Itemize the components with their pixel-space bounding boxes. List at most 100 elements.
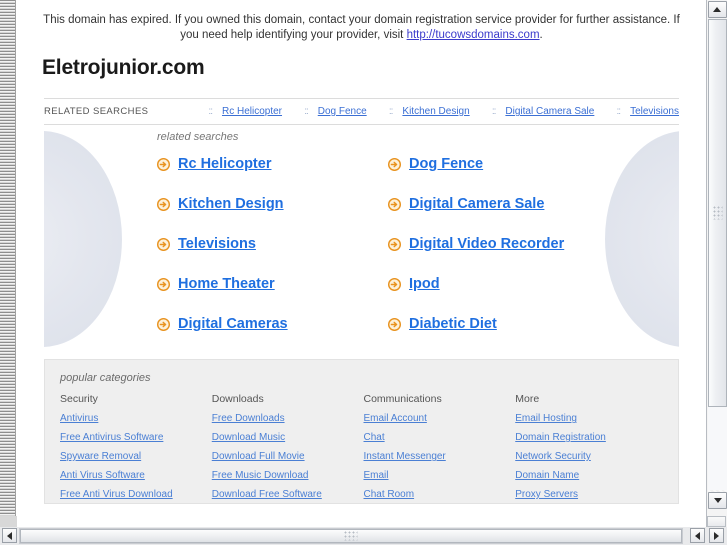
- arrow-circle-right-icon: [156, 157, 171, 172]
- separator-icon: ::: [208, 106, 212, 117]
- category-link[interactable]: Free Downloads: [212, 413, 360, 424]
- category-link[interactable]: Free Antivirus Software: [60, 432, 208, 443]
- related-searches-panel: related searches Rc Helicopter Dog Fence: [44, 125, 679, 347]
- scroll-down-button[interactable]: [708, 492, 727, 509]
- category-link[interactable]: Download Music: [212, 432, 360, 443]
- separator-icon: ::: [304, 106, 308, 117]
- notice-text-before: This domain has expired. If you owned th…: [43, 14, 680, 41]
- search-item[interactable]: Home Theater: [156, 275, 388, 315]
- search-link-2[interactable]: Kitchen Design: [178, 195, 284, 213]
- search-item[interactable]: Digital Video Recorder: [387, 235, 679, 275]
- grip-dots-icon: [713, 206, 722, 220]
- category-link[interactable]: Instant Messenger: [364, 451, 512, 462]
- related-bar-link-1[interactable]: Dog Fence: [318, 106, 367, 117]
- category-link[interactable]: Email Account: [364, 413, 512, 424]
- related-searches-cell: :: Dog Fence: [294, 106, 366, 117]
- category-link[interactable]: Spyware Removal: [60, 451, 208, 462]
- category-link[interactable]: Domain Registration: [515, 432, 663, 443]
- search-item[interactable]: Digital Camera Sale: [387, 195, 679, 235]
- search-item[interactable]: Digital Cameras: [156, 315, 388, 347]
- category-column-more: More Email Hosting Domain Registration N…: [515, 393, 663, 508]
- scroll-left-button[interactable]: [2, 528, 17, 543]
- related-bar-link-4[interactable]: Televisions: [630, 106, 679, 117]
- notice-text-after: .: [539, 29, 543, 41]
- related-bar-link-2[interactable]: Kitchen Design: [402, 106, 469, 117]
- category-heading: Communications: [363, 393, 442, 405]
- popular-categories-grid: Security Antivirus Free Antivirus Softwa…: [60, 393, 663, 508]
- related-searches-links: :: Rc Helicopter :: Dog Fence :: Kitchen…: [198, 106, 679, 117]
- triangle-left-icon: [7, 531, 12, 540]
- triangle-down-icon: [713, 498, 722, 503]
- separator-icon: ::: [616, 106, 621, 117]
- category-link[interactable]: Network Security: [515, 451, 663, 462]
- category-link[interactable]: Free Anti Virus Download: [60, 489, 208, 500]
- search-link-9[interactable]: Diabetic Diet: [409, 315, 497, 333]
- search-link-6[interactable]: Home Theater: [178, 275, 275, 293]
- related-searches-bar: RELATED SEARCHES :: Rc Helicopter :: Dog…: [44, 98, 679, 125]
- horizontal-scrollbar-track[interactable]: [19, 528, 683, 544]
- category-link[interactable]: Proxy Servers: [515, 489, 663, 500]
- scroll-left-button-secondary[interactable]: [690, 528, 705, 543]
- arrow-circle-right-icon: [387, 317, 402, 332]
- scroll-down-button-wrap[interactable]: [708, 491, 727, 509]
- arrow-circle-right-icon: [387, 237, 402, 252]
- horizontal-scrollbar-thumb[interactable]: [20, 529, 682, 543]
- category-link[interactable]: Domain Name: [515, 470, 663, 481]
- tucows-domains-link[interactable]: http://tucowsdomains.com: [407, 29, 540, 41]
- category-column-downloads: Downloads Free Downloads Download Music …: [212, 393, 360, 508]
- category-heading: Security: [60, 393, 98, 405]
- arrow-circle-right-icon: [156, 317, 171, 332]
- category-link[interactable]: Antivirus: [60, 413, 208, 424]
- page-title: Eletrojunior.com: [42, 56, 205, 79]
- horizontal-scroll-buttons[interactable]: [690, 528, 724, 543]
- category-link[interactable]: Email: [364, 470, 512, 481]
- search-item[interactable]: Dog Fence: [387, 155, 679, 195]
- related-bar-link-3[interactable]: Digital Camera Sale: [505, 106, 594, 117]
- search-item[interactable]: Diabetic Diet: [387, 315, 679, 347]
- search-link-5[interactable]: Digital Video Recorder: [409, 235, 564, 253]
- vertical-scrollbar[interactable]: [706, 0, 727, 527]
- search-link-3[interactable]: Digital Camera Sale: [409, 195, 544, 213]
- arrow-circle-right-icon: [156, 197, 171, 212]
- search-link-4[interactable]: Televisions: [178, 235, 256, 253]
- grip-dots-icon: [344, 531, 358, 541]
- category-link[interactable]: Chat Room: [364, 489, 512, 500]
- search-item[interactable]: Rc Helicopter: [156, 155, 388, 195]
- scroll-up-button[interactable]: [707, 1, 727, 18]
- search-link-8[interactable]: Digital Cameras: [178, 315, 288, 333]
- search-link-0[interactable]: Rc Helicopter: [178, 155, 271, 173]
- scroll-right-button[interactable]: [709, 528, 724, 543]
- search-link-1[interactable]: Dog Fence: [409, 155, 483, 173]
- related-searches-cell: :: Televisions: [607, 106, 679, 117]
- horizontal-scrollbar[interactable]: [0, 527, 727, 545]
- search-item[interactable]: Kitchen Design: [156, 195, 388, 235]
- category-column-communications: Communications Email Account Chat Instan…: [364, 393, 512, 508]
- category-link[interactable]: Download Full Movie: [212, 451, 360, 462]
- category-link[interactable]: Anti Virus Software: [60, 470, 208, 481]
- related-searches-label: RELATED SEARCHES: [44, 106, 149, 117]
- related-searches-caption: related searches: [157, 131, 239, 143]
- page-viewport: This domain has expired. If you owned th…: [17, 0, 706, 527]
- arrow-circle-right-icon: [156, 237, 171, 252]
- related-bar-link-0[interactable]: Rc Helicopter: [222, 106, 282, 117]
- search-item[interactable]: Ipod: [387, 275, 679, 315]
- category-link[interactable]: Free Music Download: [212, 470, 360, 481]
- category-heading: More: [515, 393, 540, 405]
- category-link[interactable]: Email Hosting: [515, 413, 663, 424]
- triangle-up-icon: [713, 7, 721, 12]
- popular-categories-caption: popular categories: [60, 372, 151, 384]
- search-item[interactable]: Televisions: [156, 235, 388, 275]
- related-searches-cell: :: Digital Camera Sale: [482, 106, 595, 117]
- vertical-scrollbar-thumb[interactable]: [708, 19, 727, 407]
- category-link[interactable]: Chat: [364, 432, 512, 443]
- triangle-left-icon: [695, 531, 700, 540]
- left-edge-grip: [0, 0, 16, 529]
- vertical-scrollbar-track[interactable]: [708, 19, 727, 490]
- scrollbar-corner: [707, 516, 726, 527]
- search-link-7[interactable]: Ipod: [409, 275, 440, 293]
- arrow-circle-right-icon: [156, 277, 171, 292]
- arrow-circle-right-icon: [387, 277, 402, 292]
- related-searches-grid: Rc Helicopter Dog Fence Kitchen Design D…: [44, 155, 679, 347]
- separator-icon: ::: [388, 106, 393, 117]
- category-link[interactable]: Download Free Software: [212, 489, 360, 500]
